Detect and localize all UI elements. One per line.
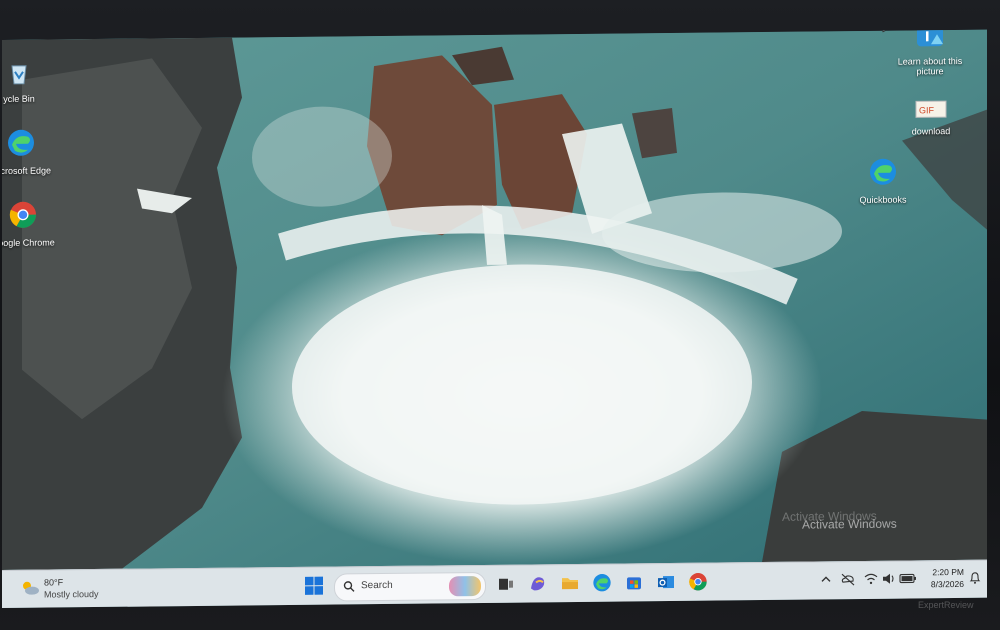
notification-icon[interactable]	[969, 571, 981, 585]
search-icon	[343, 581, 355, 592]
desktop-icon-label: ycle Bin	[3, 93, 35, 104]
copilot-icon	[531, 577, 545, 591]
start-button[interactable]	[304, 576, 326, 598]
wifi-icon[interactable]	[864, 572, 878, 586]
clock-date: 8/3/2026	[930, 578, 964, 590]
info-picture-icon	[897, 29, 963, 54]
desktop-icon-label: Microsoft Edge	[2, 165, 52, 177]
outlook-button[interactable]	[656, 572, 678, 594]
desktop-screen: Activate Windows Activate Windows ycle B…	[2, 29, 987, 608]
desktop-wallpaper	[2, 29, 987, 570]
edge-icon	[2, 127, 54, 163]
speaker-icon[interactable]	[882, 572, 896, 586]
partly-cloudy-icon	[23, 581, 39, 595]
chrome-icon	[2, 199, 56, 235]
windows-start-icon	[305, 576, 323, 595]
desktop-icon-label: Learn about this picture	[897, 55, 963, 77]
desktop-icon-label: Quickbooks	[859, 194, 907, 206]
microsoft-store-button[interactable]	[624, 572, 646, 594]
chrome-icon	[689, 573, 707, 591]
desktop-icon-edge[interactable]: Microsoft Edge	[2, 127, 54, 176]
outlook-icon	[658, 575, 674, 589]
weather-widget[interactable]: 80°F Mostly cloudy	[20, 574, 130, 605]
file-explorer-button[interactable]	[560, 573, 582, 595]
desktop-icon-download[interactable]: GIF download	[898, 100, 964, 137]
photo-watermark: ExpertReview	[918, 600, 974, 610]
edge-taskbar-button[interactable]	[592, 573, 614, 595]
chrome-taskbar-button[interactable]	[688, 572, 710, 594]
battery-icon[interactable]	[899, 571, 917, 585]
chevron-up-icon[interactable]	[820, 572, 832, 586]
desktop-icon-label: Google Chrome	[2, 237, 55, 249]
activation-watermark: Activate Windows	[802, 516, 897, 532]
search-highlight-image	[449, 575, 481, 597]
desktop-icon-chrome[interactable]: Google Chrome	[2, 199, 56, 248]
edge-icon	[850, 156, 916, 192]
copilot-button[interactable]	[528, 573, 550, 595]
gif-file-icon: GIF	[898, 100, 964, 124]
taskbar-search[interactable]: Search	[334, 571, 486, 602]
taskbar-clock[interactable]: 2:20 PM 8/3/2026	[920, 566, 964, 590]
desktop-icon-label: download	[911, 126, 951, 137]
edge-icon	[593, 574, 611, 592]
desktop-icon-quickbooks[interactable]: Quickbooks	[850, 156, 916, 205]
microsoft-store-icon	[627, 577, 641, 590]
desktop-icon-recycle-bin[interactable]: ycle Bin	[2, 59, 52, 104]
search-label: Search	[361, 579, 393, 592]
task-view-icon	[499, 578, 513, 590]
weather-condition: Mostly cloudy	[44, 588, 99, 600]
svg-text:GIF: GIF	[919, 105, 935, 115]
weather-temp: 80°F	[44, 577, 64, 588]
task-view-button[interactable]	[496, 574, 518, 596]
file-explorer-icon	[562, 578, 578, 590]
clock-time: 2:20 PM	[932, 566, 964, 578]
desktop-icon-learn-about-picture[interactable]: Learn about this picture	[897, 29, 963, 77]
mouse-cursor-icon	[877, 29, 889, 33]
cloud-off-icon[interactable]	[840, 572, 856, 586]
recycle-bin-icon	[2, 59, 52, 91]
